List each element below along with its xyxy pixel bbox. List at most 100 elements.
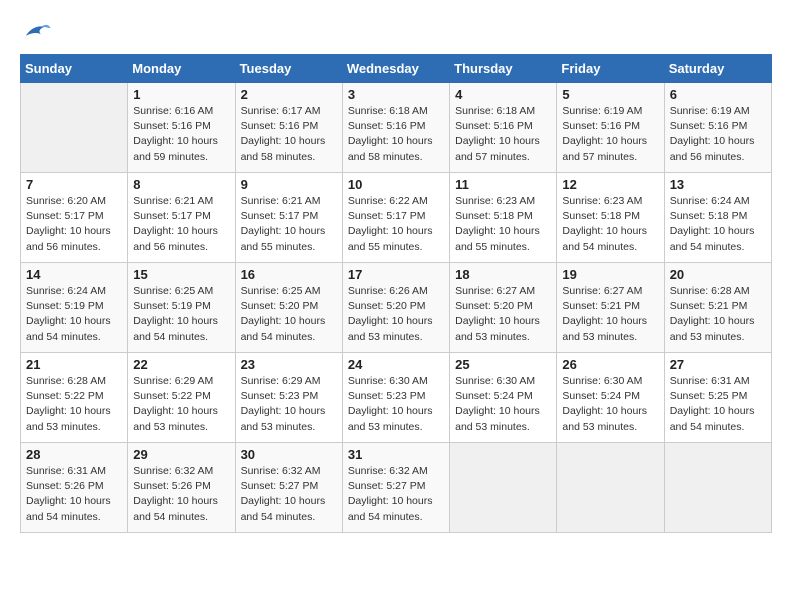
calendar-cell xyxy=(664,443,771,533)
calendar-cell: 17 Sunrise: 6:26 AM Sunset: 5:20 PM Dayli… xyxy=(342,263,449,353)
day-number: 11 xyxy=(455,177,551,192)
calendar-cell: 18 Sunrise: 6:27 AM Sunset: 5:20 PM Dayli… xyxy=(450,263,557,353)
day-info: Sunrise: 6:29 AM Sunset: 5:23 PM Dayligh… xyxy=(241,374,337,435)
day-header-tuesday: Tuesday xyxy=(235,55,342,83)
calendar-cell: 30 Sunrise: 6:32 AM Sunset: 5:27 PM Dayli… xyxy=(235,443,342,533)
calendar-cell: 27 Sunrise: 6:31 AM Sunset: 5:25 PM Dayli… xyxy=(664,353,771,443)
calendar-cell: 24 Sunrise: 6:30 AM Sunset: 5:23 PM Dayli… xyxy=(342,353,449,443)
day-info: Sunrise: 6:30 AM Sunset: 5:23 PM Dayligh… xyxy=(348,374,444,435)
calendar-cell: 23Sunrise: 6:29 AM Sunset: 5:23 PM Dayli… xyxy=(235,353,342,443)
day-number: 17 xyxy=(348,267,444,282)
day-info: Sunrise: 6:32 AM Sunset: 5:27 PM Dayligh… xyxy=(348,464,444,525)
day-info: Sunrise: 6:26 AM Sunset: 5:20 PM Dayligh… xyxy=(348,284,444,345)
calendar-cell: 11 Sunrise: 6:23 AM Sunset: 5:18 PM Dayli… xyxy=(450,173,557,263)
calendar-cell: 22Sunrise: 6:29 AM Sunset: 5:22 PM Dayli… xyxy=(128,353,235,443)
day-info: Sunrise: 6:30 AM Sunset: 5:24 PM Dayligh… xyxy=(455,374,551,435)
calendar-cell: 12Sunrise: 6:23 AM Sunset: 5:18 PM Dayli… xyxy=(557,173,664,263)
calendar-cell: 29 Sunrise: 6:32 AM Sunset: 5:26 PM Dayli… xyxy=(128,443,235,533)
calendar-table: SundayMondayTuesdayWednesdayThursdayFrid… xyxy=(20,54,772,533)
calendar-cell: 16 Sunrise: 6:25 AM Sunset: 5:20 PM Dayli… xyxy=(235,263,342,353)
day-number: 31 xyxy=(348,447,444,462)
day-number: 2 xyxy=(241,87,337,102)
day-info: Sunrise: 6:18 AM Sunset: 5:16 PM Dayligh… xyxy=(348,104,444,165)
day-info: Sunrise: 6:25 AM Sunset: 5:19 PM Dayligh… xyxy=(133,284,229,345)
calendar-cell: 20 Sunrise: 6:28 AM Sunset: 5:21 PM Dayli… xyxy=(664,263,771,353)
day-header-saturday: Saturday xyxy=(664,55,771,83)
day-number: 30 xyxy=(241,447,337,462)
calendar-cell: 1 Sunrise: 6:16 AM Sunset: 5:16 PM Daylig… xyxy=(128,83,235,173)
day-number: 1 xyxy=(133,87,229,102)
day-number: 14 xyxy=(26,267,122,282)
calendar-cell: 21 Sunrise: 6:28 AM Sunset: 5:22 PM Dayli… xyxy=(21,353,128,443)
calendar-week-row: 7 Sunrise: 6:20 AM Sunset: 5:17 PM Daylig… xyxy=(21,173,772,263)
day-number: 15 xyxy=(133,267,229,282)
day-info: Sunrise: 6:27 AM Sunset: 5:21 PM Dayligh… xyxy=(562,284,658,345)
day-info: Sunrise: 6:27 AM Sunset: 5:20 PM Dayligh… xyxy=(455,284,551,345)
calendar-cell: 28 Sunrise: 6:31 AM Sunset: 5:26 PM Dayli… xyxy=(21,443,128,533)
day-header-wednesday: Wednesday xyxy=(342,55,449,83)
day-number: 3 xyxy=(348,87,444,102)
logo-area xyxy=(20,20,52,44)
day-info: Sunrise: 6:30 AM Sunset: 5:24 PM Dayligh… xyxy=(562,374,658,435)
day-info: Sunrise: 6:24 AM Sunset: 5:19 PM Dayligh… xyxy=(26,284,122,345)
calendar-cell: 15 Sunrise: 6:25 AM Sunset: 5:19 PM Dayli… xyxy=(128,263,235,353)
calendar-cell: 6Sunrise: 6:19 AM Sunset: 5:16 PM Daylig… xyxy=(664,83,771,173)
day-info: Sunrise: 6:16 AM Sunset: 5:16 PM Dayligh… xyxy=(133,104,229,165)
calendar-cell: 26Sunrise: 6:30 AM Sunset: 5:24 PM Dayli… xyxy=(557,353,664,443)
day-info: Sunrise: 6:18 AM Sunset: 5:16 PM Dayligh… xyxy=(455,104,551,165)
calendar-cell xyxy=(450,443,557,533)
calendar-cell: 3 Sunrise: 6:18 AM Sunset: 5:16 PM Daylig… xyxy=(342,83,449,173)
calendar-cell xyxy=(21,83,128,173)
day-header-friday: Friday xyxy=(557,55,664,83)
day-number: 16 xyxy=(241,267,337,282)
day-number: 4 xyxy=(455,87,551,102)
calendar-cell: 2Sunrise: 6:17 AM Sunset: 5:16 PM Daylig… xyxy=(235,83,342,173)
day-info: Sunrise: 6:28 AM Sunset: 5:22 PM Dayligh… xyxy=(26,374,122,435)
calendar-header-row: SundayMondayTuesdayWednesdayThursdayFrid… xyxy=(21,55,772,83)
day-info: Sunrise: 6:21 AM Sunset: 5:17 PM Dayligh… xyxy=(133,194,229,255)
day-info: Sunrise: 6:25 AM Sunset: 5:20 PM Dayligh… xyxy=(241,284,337,345)
day-number: 7 xyxy=(26,177,122,192)
day-number: 27 xyxy=(670,357,766,372)
day-info: Sunrise: 6:24 AM Sunset: 5:18 PM Dayligh… xyxy=(670,194,766,255)
day-number: 20 xyxy=(670,267,766,282)
day-header-sunday: Sunday xyxy=(21,55,128,83)
day-number: 28 xyxy=(26,447,122,462)
day-info: Sunrise: 6:31 AM Sunset: 5:25 PM Dayligh… xyxy=(670,374,766,435)
day-info: Sunrise: 6:32 AM Sunset: 5:27 PM Dayligh… xyxy=(241,464,337,525)
calendar-cell: 4 Sunrise: 6:18 AM Sunset: 5:16 PM Daylig… xyxy=(450,83,557,173)
day-info: Sunrise: 6:32 AM Sunset: 5:26 PM Dayligh… xyxy=(133,464,229,525)
day-info: Sunrise: 6:20 AM Sunset: 5:17 PM Dayligh… xyxy=(26,194,122,255)
day-info: Sunrise: 6:29 AM Sunset: 5:22 PM Dayligh… xyxy=(133,374,229,435)
calendar-week-row: 14 Sunrise: 6:24 AM Sunset: 5:19 PM Dayli… xyxy=(21,263,772,353)
calendar-cell: 19 Sunrise: 6:27 AM Sunset: 5:21 PM Dayli… xyxy=(557,263,664,353)
day-info: Sunrise: 6:22 AM Sunset: 5:17 PM Dayligh… xyxy=(348,194,444,255)
calendar-cell xyxy=(557,443,664,533)
day-number: 8 xyxy=(133,177,229,192)
day-info: Sunrise: 6:28 AM Sunset: 5:21 PM Dayligh… xyxy=(670,284,766,345)
day-info: Sunrise: 6:21 AM Sunset: 5:17 PM Dayligh… xyxy=(241,194,337,255)
calendar-cell: 9 Sunrise: 6:21 AM Sunset: 5:17 PM Daylig… xyxy=(235,173,342,263)
calendar-cell: 8 Sunrise: 6:21 AM Sunset: 5:17 PM Daylig… xyxy=(128,173,235,263)
day-info: Sunrise: 6:31 AM Sunset: 5:26 PM Dayligh… xyxy=(26,464,122,525)
day-number: 24 xyxy=(348,357,444,372)
day-number: 12 xyxy=(562,177,658,192)
day-number: 19 xyxy=(562,267,658,282)
day-header-thursday: Thursday xyxy=(450,55,557,83)
calendar-week-row: 21 Sunrise: 6:28 AM Sunset: 5:22 PM Dayli… xyxy=(21,353,772,443)
day-info: Sunrise: 6:23 AM Sunset: 5:18 PM Dayligh… xyxy=(455,194,551,255)
page-wrapper: SundayMondayTuesdayWednesdayThursdayFrid… xyxy=(20,20,772,533)
day-info: Sunrise: 6:19 AM Sunset: 5:16 PM Dayligh… xyxy=(670,104,766,165)
calendar-cell: 25Sunrise: 6:30 AM Sunset: 5:24 PM Dayli… xyxy=(450,353,557,443)
calendar-cell: 13 Sunrise: 6:24 AM Sunset: 5:18 PM Dayli… xyxy=(664,173,771,263)
day-header-monday: Monday xyxy=(128,55,235,83)
calendar-week-row: 1 Sunrise: 6:16 AM Sunset: 5:16 PM Daylig… xyxy=(21,83,772,173)
day-number: 18 xyxy=(455,267,551,282)
calendar-cell: 10Sunrise: 6:22 AM Sunset: 5:17 PM Dayli… xyxy=(342,173,449,263)
day-number: 29 xyxy=(133,447,229,462)
day-number: 9 xyxy=(241,177,337,192)
day-number: 21 xyxy=(26,357,122,372)
day-info: Sunrise: 6:19 AM Sunset: 5:16 PM Dayligh… xyxy=(562,104,658,165)
day-number: 13 xyxy=(670,177,766,192)
calendar-week-row: 28 Sunrise: 6:31 AM Sunset: 5:26 PM Dayli… xyxy=(21,443,772,533)
